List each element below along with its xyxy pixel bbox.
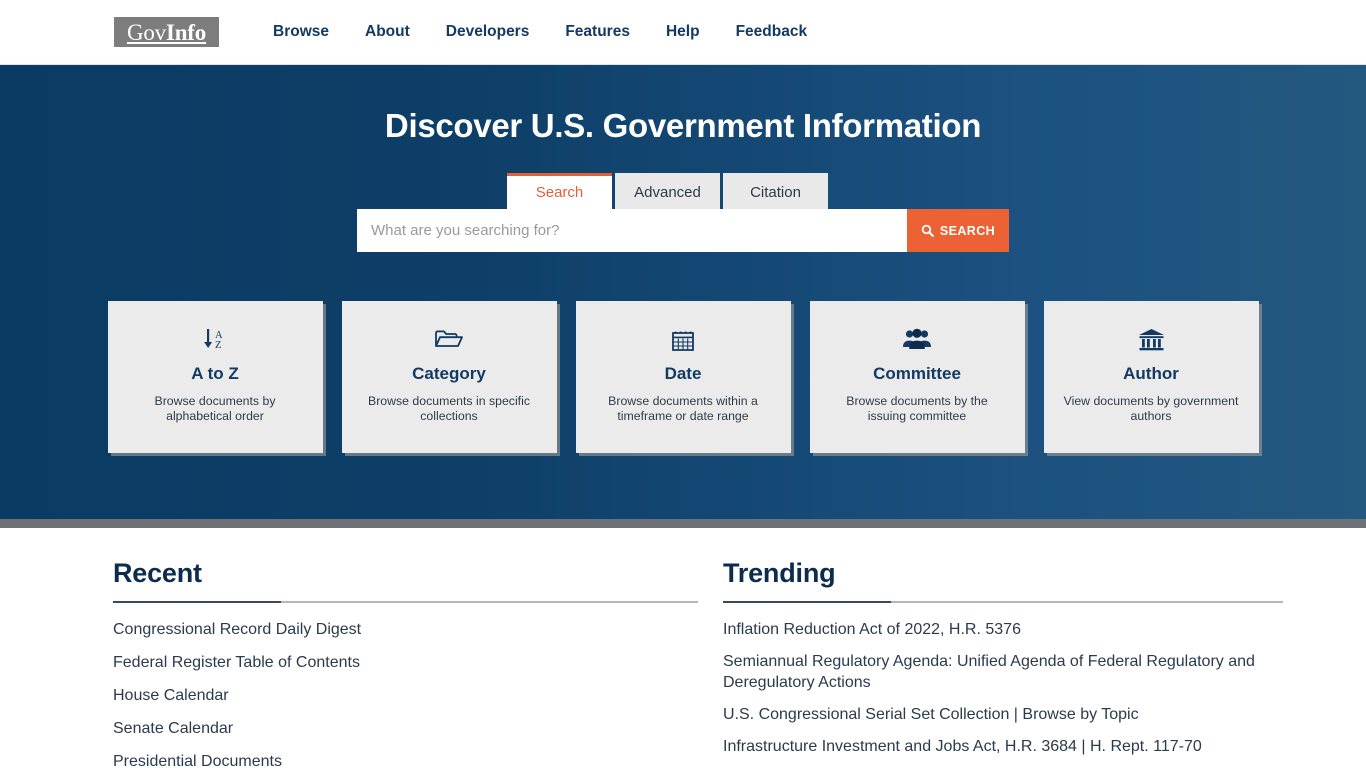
bank-institution-icon (1138, 324, 1165, 354)
folder-open-icon (434, 324, 464, 354)
nav-link-about[interactable]: About (347, 23, 428, 41)
browse-card-title: Category (412, 364, 486, 383)
browse-card-author[interactable]: Author View documents by government auth… (1043, 301, 1259, 453)
govinfo-logo[interactable]: Gov Info (114, 17, 219, 47)
browse-card-a-to-z[interactable]: A Z A to Z Browse documents by alphabeti… (107, 301, 323, 453)
recent-list: Congressional Record Daily Digest Federa… (113, 619, 698, 768)
list-item[interactable]: U.S. Congressional Serial Set Collection… (723, 704, 1283, 725)
search-icon (921, 224, 934, 237)
logo-text-info: Info (165, 19, 207, 45)
trending-section: Trending Inflation Reduction Act of 2022… (723, 558, 1283, 768)
recent-heading-rule (113, 601, 698, 603)
list-item[interactable]: House Calendar (113, 685, 698, 706)
trending-heading-rule (723, 601, 1283, 603)
browse-card-date[interactable]: Date Browse documents within a timeframe… (575, 301, 791, 453)
list-item[interactable]: Infrastructure Investment and Jobs Act, … (723, 736, 1283, 757)
svg-text:Z: Z (215, 340, 221, 351)
browse-card-title: Committee (873, 364, 961, 383)
trending-heading: Trending (723, 558, 836, 588)
calendar-icon (671, 324, 695, 354)
site-header: Gov Info Browse About Developers Features… (0, 0, 1366, 65)
list-item[interactable]: Senate Calendar (113, 718, 698, 739)
nav-link-features[interactable]: Features (547, 23, 648, 41)
page-title: Discover U.S. Government Information (384, 107, 982, 144)
browse-card-category[interactable]: Category Browse documents in specific co… (341, 301, 557, 453)
nav-link-browse[interactable]: Browse (255, 23, 347, 41)
browse-card-description: Browse documents within a timeframe or d… (608, 394, 758, 423)
search-button[interactable]: SEARCH (907, 209, 1009, 252)
browse-card-title: Author (1123, 364, 1179, 383)
tab-citation[interactable]: Citation (723, 173, 828, 209)
browse-card-description: View documents by government authors (1063, 394, 1239, 423)
browse-card-description: Browse documents by alphabetical order (154, 394, 276, 423)
list-item[interactable]: Federal Register Table of Contents (113, 652, 698, 673)
browse-cards: A Z A to Z Browse documents by alphabeti… (0, 252, 1366, 453)
main-content: Recent Congressional Record Daily Digest… (0, 528, 1366, 768)
list-item[interactable]: Congressional Record Daily Digest (113, 619, 698, 640)
list-item[interactable]: Presidential Documents (113, 751, 698, 768)
browse-card-title: Date (664, 364, 702, 383)
search-tabs: Search Advanced Citation (357, 173, 1009, 209)
browse-card-description: Browse documents in specific collections (368, 394, 530, 423)
logo-text-gov: Gov (126, 19, 166, 45)
sort-alpha-down-icon: A Z (202, 324, 228, 354)
browse-card-title: A to Z (191, 364, 239, 383)
nav-link-feedback[interactable]: Feedback (718, 23, 826, 41)
search-button-label: SEARCH (939, 223, 996, 238)
list-item[interactable]: Semiannual Regulatory Agenda: Unified Ag… (723, 651, 1283, 693)
trending-list: Inflation Reduction Act of 2022, H.R. 53… (723, 619, 1283, 757)
recent-section: Recent Congressional Record Daily Digest… (113, 558, 698, 768)
users-group-icon (902, 324, 932, 354)
search-input[interactable] (357, 209, 907, 252)
tab-search[interactable]: Search (507, 173, 612, 209)
search-bar: SEARCH (357, 209, 1009, 252)
recent-heading: Recent (113, 558, 202, 588)
browse-card-committee[interactable]: Committee Browse documents by the issuin… (809, 301, 1025, 453)
hero-divider (0, 519, 1366, 528)
main-navigation: Browse About Developers Features Help Fe… (255, 23, 825, 41)
tab-advanced[interactable]: Advanced (615, 173, 720, 209)
hero-section: Discover U.S. Government Information Sea… (0, 65, 1366, 519)
list-item[interactable]: Inflation Reduction Act of 2022, H.R. 53… (723, 619, 1283, 640)
search-widget: Search Advanced Citation SEARCH (357, 145, 1009, 252)
nav-link-help[interactable]: Help (648, 23, 718, 41)
nav-link-developers[interactable]: Developers (428, 23, 548, 41)
browse-card-description: Browse documents by the issuing committe… (846, 394, 988, 423)
